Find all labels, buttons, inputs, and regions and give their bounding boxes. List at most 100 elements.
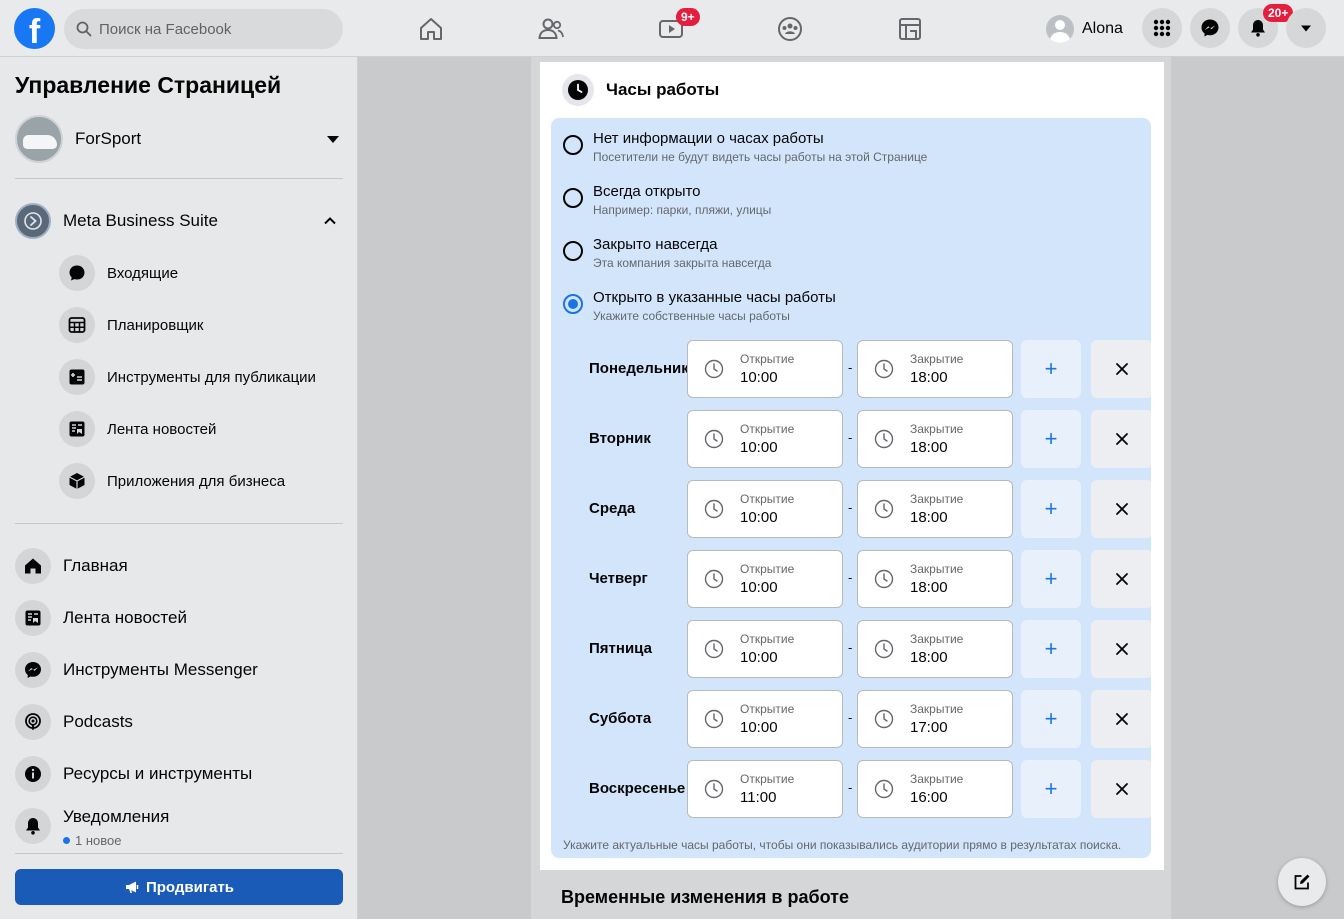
nav-groups[interactable] [773, 12, 807, 46]
close-icon [1116, 783, 1128, 795]
remove-day-button[interactable] [1091, 340, 1151, 398]
option-specific-hours[interactable]: Открыто в указанные часы работы Укажите … [563, 289, 836, 323]
hours-title: Часы работы [606, 80, 720, 99]
user-avatar [1046, 15, 1074, 43]
caret-down-icon [327, 135, 339, 143]
opening-time-field[interactable]: Открытие 10:00 [687, 620, 843, 678]
plus-icon: + [1044, 496, 1058, 521]
closing-time-field[interactable]: Закрытие 18:00 [857, 550, 1013, 608]
home-icon [25, 558, 41, 574]
clock-outline-icon [704, 429, 724, 449]
megaphone-icon [125, 881, 139, 893]
opening-time-field[interactable]: Открытие 10:00 [687, 340, 843, 398]
remove-day-button[interactable] [1091, 550, 1151, 608]
time-separator: - [848, 710, 853, 725]
nav-home[interactable] [414, 12, 448, 46]
add-hours-button[interactable]: + [1021, 340, 1081, 398]
radio-button-selected[interactable] [563, 294, 583, 314]
closing-time-field[interactable]: Закрытие 18:00 [857, 620, 1013, 678]
sidebar-item-business-apps[interactable]: Приложения для бизнеса [59, 463, 285, 499]
day-name: Среда [589, 500, 636, 517]
time-separator: - [848, 780, 853, 795]
sidebar-divider [15, 523, 343, 524]
bell-icon [26, 818, 40, 835]
sidebar-divider [15, 853, 343, 854]
option-always-open[interactable]: Всегда открыто Например: парки, пляжи, у… [563, 183, 771, 217]
add-hours-button[interactable]: + [1021, 410, 1081, 468]
add-hours-button[interactable]: + [1021, 620, 1081, 678]
opening-time-field[interactable]: Открытие 10:00 [687, 480, 843, 538]
search-input[interactable] [99, 20, 319, 38]
add-hours-button[interactable]: + [1021, 690, 1081, 748]
day-row: Вторник Открытие 10:00- Закрытие 18:00 + [589, 410, 1151, 468]
opening-time-field[interactable]: Открытие 10:00 [687, 690, 843, 748]
add-hours-button[interactable]: + [1021, 480, 1081, 538]
sidebar-item-resources[interactable]: Ресурсы и инструменты [15, 756, 252, 792]
close-icon [1116, 573, 1128, 585]
day-name: Четверг [589, 570, 648, 587]
page-name: ForSport [75, 129, 142, 148]
home-icon [420, 18, 442, 40]
time-separator: - [848, 360, 853, 375]
sidebar-title: Управление Страницей [15, 72, 282, 98]
option-permanently-closed[interactable]: Закрыто навсегда Эта компания закрыта на… [563, 236, 771, 270]
clock-icon [568, 80, 588, 100]
friends-icon [538, 18, 564, 39]
remove-day-button[interactable] [1091, 480, 1151, 538]
opening-time-field[interactable]: Открытие 10:00 [687, 410, 843, 468]
menu-button[interactable] [1142, 8, 1182, 48]
add-hours-button[interactable]: + [1021, 550, 1081, 608]
nav-friends[interactable] [534, 12, 568, 46]
radio-button[interactable] [563, 241, 583, 261]
grid-menu-icon [1153, 19, 1171, 37]
promote-button[interactable]: Продвигать [15, 869, 343, 905]
sidebar-item-inbox[interactable]: Входящие [59, 255, 178, 291]
business-suite-icon [15, 203, 51, 239]
plus-icon: + [1044, 566, 1058, 591]
messenger-button[interactable] [1190, 8, 1230, 48]
option-no-info[interactable]: Нет информации о часах работы Посетители… [563, 130, 927, 164]
account-menu-button[interactable] [1286, 8, 1326, 48]
nav-pages[interactable] [893, 12, 927, 46]
radio-button[interactable] [563, 188, 583, 208]
day-row: Суббота Открытие 10:00- Закрытие 17:00 + [589, 690, 1151, 748]
remove-day-button[interactable] [1091, 690, 1151, 748]
clock-outline-icon [874, 569, 894, 589]
closing-time-field[interactable]: Закрытие 17:00 [857, 690, 1013, 748]
time-separator: - [848, 570, 853, 585]
news-feed-icon [25, 610, 41, 626]
opening-time-field[interactable]: Открытие 10:00 [687, 550, 843, 608]
messenger-icon [1201, 19, 1219, 37]
page-switcher[interactable]: ForSport [15, 115, 343, 163]
sidebar-item-podcasts[interactable]: Podcasts [15, 704, 133, 740]
facebook-logo[interactable]: f [14, 8, 55, 49]
day-row: Среда Открытие 10:00- Закрытие 18:00 + [589, 480, 1151, 538]
sidebar-divider [15, 178, 343, 179]
add-hours-button[interactable]: + [1021, 760, 1081, 818]
sidebar-item-publishing-tools[interactable]: Инструменты для публикации [59, 359, 316, 395]
sidebar-item-planner[interactable]: Планировщик [59, 307, 203, 343]
sidebar-item-messenger-tools[interactable]: Инструменты Messenger [15, 652, 258, 688]
closing-time-field[interactable]: Закрытие 18:00 [857, 340, 1013, 398]
radio-button[interactable] [563, 135, 583, 155]
clock-outline-icon [704, 639, 724, 659]
closing-time-field[interactable]: Закрытие 18:00 [857, 480, 1013, 538]
closing-time-field[interactable]: Закрытие 16:00 [857, 760, 1013, 818]
profile-chip[interactable]: Alona [1042, 11, 1131, 47]
new-message-button[interactable] [1278, 858, 1326, 906]
sidebar-item-home[interactable]: Главная [15, 548, 128, 584]
day-name: Вторник [589, 430, 651, 447]
hours-card: Часы работы Нет информации о часах работ… [540, 62, 1164, 870]
close-icon [1116, 363, 1128, 375]
remove-day-button[interactable] [1091, 620, 1151, 678]
sidebar-item-feed[interactable]: Лента новостей [15, 600, 187, 636]
sidebar-item-news-feed[interactable]: Лента новостей [59, 411, 216, 447]
opening-time-field[interactable]: Открытие 11:00 [687, 760, 843, 818]
search-box[interactable] [64, 9, 343, 49]
meta-business-suite-toggle[interactable]: Meta Business Suite [15, 203, 343, 239]
closing-time-field[interactable]: Закрытие 18:00 [857, 410, 1013, 468]
day-name: Понедельник [589, 360, 687, 377]
day-name: Суббота [589, 710, 652, 727]
remove-day-button[interactable] [1091, 760, 1151, 818]
remove-day-button[interactable] [1091, 410, 1151, 468]
